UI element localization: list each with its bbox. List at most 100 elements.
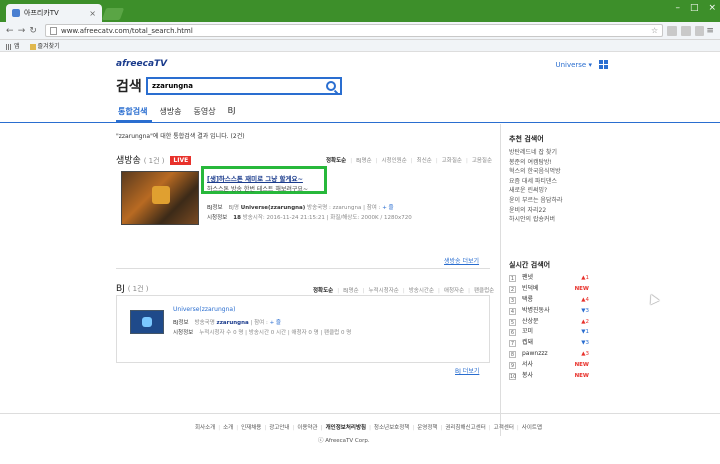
footer-link[interactable]: 광고안내 xyxy=(261,423,289,431)
copyright: ⓒ AfreecaTV Corp. xyxy=(318,438,370,444)
sidebar-divider xyxy=(500,124,501,436)
list-item[interactable]: 1 팬넷 ▲1 xyxy=(509,273,589,284)
footer-link[interactable]: 청소년보호정책 xyxy=(366,423,409,431)
address-bar[interactable]: www.afreecatv.com/total_search.html ☆ xyxy=(44,24,664,37)
favorite-link[interactable]: + 즐 xyxy=(382,205,393,211)
sort-option[interactable]: 최신순 xyxy=(411,156,432,164)
sort-option[interactable]: 누적시청자순 xyxy=(363,286,398,294)
page-content: afreecaTV Universe ▾ 검색 통합검색 생방송 동영상 BJ … xyxy=(0,52,720,464)
reload-icon[interactable]: ↻ xyxy=(27,26,39,36)
menu-icon[interactable]: ≡ xyxy=(704,26,716,36)
list-item[interactable]: 3 택룡 ▲4 xyxy=(509,295,589,306)
list-item[interactable]: 봉준의 여캠탐방! xyxy=(509,158,563,168)
list-item[interactable]: 2 빈덕베 NEW xyxy=(509,284,589,295)
list-item[interactable]: 요즘 대세 파티댄스 xyxy=(509,177,563,187)
sort-option[interactable]: 고화질순 xyxy=(436,156,462,164)
bj-result-card: Universe(zzarungna) BJ정보 방송국명 zzarungna |… xyxy=(116,295,490,363)
window-controls: – □ × xyxy=(675,3,716,13)
apps-icon xyxy=(6,43,12,50)
result-summary: "zzarungna"에 대한 통합검색 결과 입니다. (2건) xyxy=(116,133,245,140)
list-item[interactable]: 9 서사 NEW xyxy=(509,360,589,371)
bookmark-favorites[interactable]: 즐겨찾기 xyxy=(29,41,60,50)
realtime-list: 1 팬넷 ▲1 2 빈덕베 NEW 3 택룡 ▲4 4 박병진동사 ▼3 5 산상문 ▲2 6 꼬미 ▼… xyxy=(509,273,589,382)
list-item[interactable]: 10 봉사 NEW xyxy=(509,371,589,382)
forward-icon[interactable]: → xyxy=(16,26,28,36)
bookmark-apps[interactable]: 앱 xyxy=(6,41,20,50)
broadcast-title-link[interactable]: [생]하스스톤 재미로 그냥 할게요~ xyxy=(207,173,303,183)
list-item[interactable]: 5 산상문 ▲2 xyxy=(509,317,589,328)
sort-option[interactable]: BJ명순 xyxy=(350,156,372,164)
list-item[interactable]: 방탄레드네 잡 찾기 xyxy=(509,148,563,158)
bookmark-star-icon[interactable]: ☆ xyxy=(651,26,658,35)
back-icon[interactable]: ← xyxy=(4,26,16,36)
sort-option[interactable]: 팬클럽순 xyxy=(468,286,494,294)
sort-option[interactable]: BJ명순 xyxy=(337,286,359,294)
footer-link[interactable]: 개인정보처리방침 xyxy=(318,423,366,431)
footer-link[interactable]: 소개 xyxy=(215,423,233,431)
footer-links: 회사소개 소개 인재채용 광고안내 이용약관 개인정보처리방침 청소년보호정책 … xyxy=(195,423,542,431)
sort-option[interactable]: 고음질순 xyxy=(466,156,492,164)
favorite-link[interactable]: + 즐 xyxy=(270,320,281,326)
realtime-title: 실시간 검색어 xyxy=(509,261,551,269)
bj-sort-bar: 정확도순 BJ명순 누적시청자순 방송시간순 애청자순 팬클럽순 xyxy=(313,286,494,294)
list-item[interactable]: 혁스의 한국음식먹방 xyxy=(509,167,563,177)
close-window-icon[interactable]: × xyxy=(708,3,716,13)
list-item[interactable]: 6 꼬미 ▼1 xyxy=(509,327,589,338)
sort-option[interactable]: 애청자순 xyxy=(438,286,464,294)
footer-link[interactable]: 이용약관 xyxy=(289,423,317,431)
sort-option[interactable]: 정확도순 xyxy=(326,156,346,164)
sort-option[interactable]: 방송시간순 xyxy=(403,286,434,294)
close-tab-icon[interactable]: × xyxy=(89,9,96,18)
sort-option[interactable]: 시청인원순 xyxy=(376,156,406,164)
section-divider xyxy=(116,268,490,269)
bj-avatar[interactable] xyxy=(130,310,164,334)
list-item[interactable]: 4 박병진동사 ▼3 xyxy=(509,306,589,317)
recommended-list: 방탄레드네 잡 찾기 봉준의 여캠탐방! 혁스의 한국음식먹방 요즘 대세 파티… xyxy=(509,148,563,225)
tab-bj[interactable]: BJ xyxy=(228,106,236,117)
footer-link[interactable]: 고객센터 xyxy=(486,423,514,431)
broadcast-thumbnail[interactable] xyxy=(121,171,199,225)
live-section-title: 생방송 ( 1건 ) LIVE xyxy=(116,153,192,166)
afreeca-logo[interactable]: afreecaTV xyxy=(116,59,167,69)
tab-live[interactable]: 생방송 xyxy=(159,106,181,117)
tab-all[interactable]: 통합검색 xyxy=(118,106,147,117)
list-item[interactable]: 8 pawnzzz ▲3 xyxy=(509,349,589,360)
bj-view-info: 시청정보 누적시청자 수 0 명 | 방송시간 0 시간 | 애청자 0 명 | … xyxy=(173,330,352,336)
mouse-cursor-icon xyxy=(646,292,660,305)
footer-link[interactable]: 사이트맵 xyxy=(514,423,542,431)
header-divider xyxy=(0,122,720,123)
search-input[interactable] xyxy=(152,82,322,90)
footer-link[interactable]: 운영정책 xyxy=(409,423,437,431)
list-item[interactable]: 7 켑돼 ▼3 xyxy=(509,338,589,349)
extension-icon[interactable] xyxy=(694,25,705,36)
list-item[interactable]: 윤이 부르는 음담하라 xyxy=(509,196,563,206)
browser-tab[interactable]: 아프리카TV × xyxy=(6,4,102,22)
maximize-icon[interactable]: □ xyxy=(690,3,699,13)
sort-option[interactable]: 정확도순 xyxy=(313,286,333,294)
list-item[interactable]: 윤비의 자리22 xyxy=(509,206,563,216)
search-box[interactable] xyxy=(146,77,342,95)
extension-icon[interactable] xyxy=(667,25,677,36)
extension-icon[interactable] xyxy=(680,25,691,36)
broadcast-view-info: 시청정보 18 방송시작: 2016-11-24 21:15:21 | 화질/해상… xyxy=(207,215,412,221)
bj-more-link[interactable]: BJ 더보기 xyxy=(455,366,479,375)
bj-info: BJ정보 방송국명 zzarungna | 참여 : + 즐 xyxy=(173,320,281,326)
footer-link[interactable]: 회사소개 xyxy=(195,423,215,431)
minimize-icon[interactable]: – xyxy=(675,3,680,13)
bj-name-link[interactable]: Universe(zzarungna) xyxy=(173,306,235,313)
grid-menu-icon[interactable] xyxy=(599,60,608,69)
live-badge: LIVE xyxy=(170,156,192,165)
tab-title: 아프리카TV xyxy=(24,9,59,17)
footer-link[interactable]: 인재채용 xyxy=(233,423,261,431)
list-item[interactable]: 새로운 린써밍? xyxy=(509,186,563,196)
footer-link[interactable]: 권리침해신고센터 xyxy=(437,423,485,431)
list-item[interactable]: 하시안의 랍숑커버 xyxy=(509,215,563,225)
universe-menu[interactable]: Universe ▾ xyxy=(555,61,592,69)
search-tabs: 통합검색 생방송 동영상 BJ xyxy=(118,106,236,117)
search-icon[interactable] xyxy=(326,81,336,91)
recommended-title: 추천 검색어 xyxy=(509,135,544,143)
live-more-link[interactable]: 생방송 더보기 xyxy=(444,256,479,265)
bj-name-link[interactable]: Universe(zzarungna) xyxy=(241,205,306,211)
tab-video[interactable]: 동영상 xyxy=(194,106,216,117)
new-tab-button[interactable] xyxy=(101,8,125,20)
